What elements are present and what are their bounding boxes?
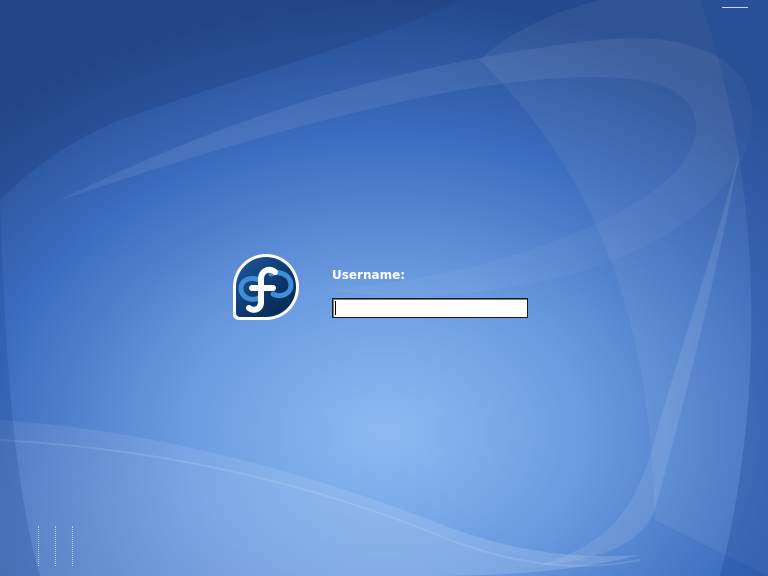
- clock-display: [722, 7, 748, 8]
- username-label: Username:: [332, 268, 406, 282]
- other-menu-button[interactable]: [73, 524, 89, 568]
- language-menu-button[interactable]: [22, 524, 38, 568]
- session-menu-button[interactable]: [39, 524, 55, 568]
- username-input[interactable]: [332, 298, 528, 318]
- actions-menu-button[interactable]: [56, 524, 72, 568]
- bottom-menu-bar: [22, 524, 89, 568]
- fedora-logo-icon: [231, 252, 301, 322]
- login-panel: Username:: [231, 252, 551, 332]
- text-cursor: [335, 301, 336, 315]
